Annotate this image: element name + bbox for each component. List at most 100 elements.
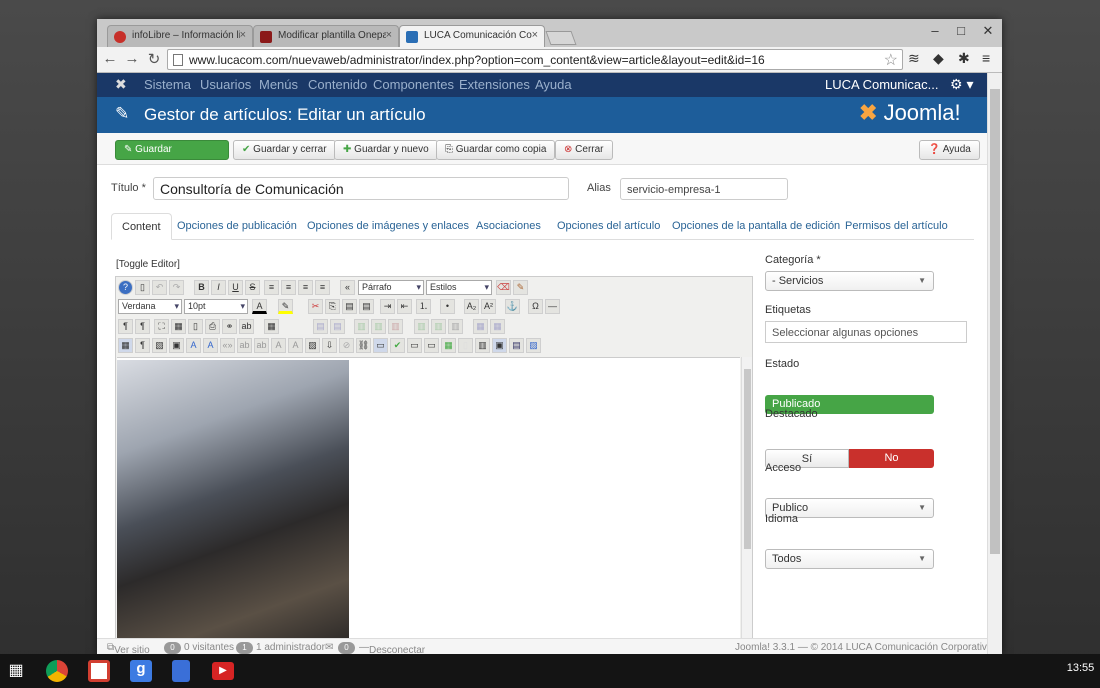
align-left-icon[interactable]: ≡ xyxy=(264,280,279,295)
print-icon[interactable]: ⎙ xyxy=(205,319,220,334)
horizontal-rule-icon[interactable]: — xyxy=(545,299,560,314)
puzzle-extension-icon[interactable]: ✱ xyxy=(958,50,970,67)
logout-link[interactable]: — Desconectar xyxy=(359,642,425,655)
save-new-button[interactable]: ✚ Guardar y nuevo xyxy=(334,140,438,160)
citation-icon[interactable]: A xyxy=(203,338,218,353)
bold-icon[interactable]: B xyxy=(194,280,209,295)
help-button[interactable]: ❓ Ayuda xyxy=(919,140,980,160)
visual-aid-icon[interactable]: ▦ xyxy=(118,338,133,353)
google-plus-icon[interactable]: g xyxy=(130,660,152,682)
preview-icon[interactable]: ▭ xyxy=(424,338,439,353)
tab-imagenes[interactable]: Opciones de imágenes y enlaces xyxy=(297,213,479,240)
browser-tab-infolibre[interactable]: infoLibre – Información lil × xyxy=(107,25,253,47)
copy-icon[interactable]: ⎘ xyxy=(325,299,340,314)
layer-icon[interactable]: ▧ xyxy=(152,338,167,353)
cut-icon[interactable]: ✂ xyxy=(308,299,323,314)
insert-date-icon[interactable]: ▦ xyxy=(441,338,456,353)
redo-icon[interactable]: ↷ xyxy=(169,280,184,295)
forward-arrow-icon[interactable]: → xyxy=(123,50,141,67)
superscript-icon[interactable]: A² xyxy=(481,299,496,314)
editor-canvas[interactable] xyxy=(117,357,740,655)
extension-icon[interactable]: ◆ xyxy=(933,50,944,67)
view-site-link[interactable]: ⧉ Ver sitio xyxy=(107,642,150,655)
hamburger-menu-icon[interactable]: ≡ xyxy=(982,50,990,66)
image-insert-icon[interactable]: ▣ xyxy=(169,338,184,353)
browser-tab-plantilla[interactable]: Modificar plantilla Onepa × xyxy=(253,25,399,47)
align-center-icon[interactable]: ≡ xyxy=(281,280,296,295)
ins-icon[interactable]: A xyxy=(271,338,286,353)
apps-launcher-icon[interactable]: ▦ xyxy=(5,660,27,682)
tags-input[interactable]: Seleccionar algunas opciones xyxy=(765,321,967,343)
code-icon[interactable]: ▯ xyxy=(188,319,203,334)
table-col-delete-icon[interactable]: ▥ xyxy=(371,319,386,334)
nav-sistema[interactable]: Sistema xyxy=(144,77,191,92)
template-icon[interactable]: ▦ xyxy=(171,319,186,334)
tab-publicacion[interactable]: Opciones de publicación xyxy=(167,213,307,240)
ordered-list-icon[interactable]: ⒈ xyxy=(416,299,431,314)
styles-select[interactable]: Estilos xyxy=(426,280,492,295)
strikethrough-icon[interactable]: S xyxy=(245,280,260,295)
insert-time-icon[interactable]: ▯ xyxy=(458,338,473,353)
outdent-icon[interactable]: ⇤ xyxy=(397,299,412,314)
site-link[interactable]: LUCA Comunicac... xyxy=(825,77,938,92)
layers-extension-icon[interactable]: ≋ xyxy=(908,50,920,67)
editor-scrollbar[interactable] xyxy=(741,357,752,654)
style-props-icon[interactable]: A xyxy=(186,338,201,353)
image-icon[interactable]: ▣ xyxy=(492,338,507,353)
tab-asociaciones[interactable]: Asociaciones xyxy=(466,213,551,240)
save-copy-button[interactable]: ⎘ Guardar como copia xyxy=(436,140,556,160)
close-tab-icon[interactable]: × xyxy=(532,29,538,41)
close-button[interactable]: ⊗ Cerrar xyxy=(555,140,613,160)
eraser-icon[interactable]: ⌫ xyxy=(496,280,511,295)
new-document-icon[interactable]: ▯ xyxy=(135,280,150,295)
pagebreak-icon[interactable]: ▭ xyxy=(407,338,422,353)
row-props-icon[interactable]: ▦ xyxy=(473,319,488,334)
new-tab-button[interactable] xyxy=(545,31,577,45)
align-right-icon[interactable]: ≡ xyxy=(298,280,313,295)
nav-extensiones[interactable]: Extensiones xyxy=(459,77,530,92)
paste-text-icon[interactable]: ▤ xyxy=(359,299,374,314)
address-bar[interactable]: www.lucacom.com/nuevaweb/administrator/i… xyxy=(167,49,903,70)
nav-componentes[interactable]: Componentes xyxy=(373,77,454,92)
title-input[interactable]: Consultoría de Comunicación xyxy=(153,177,569,200)
language-select[interactable]: Todos ▼ xyxy=(765,549,934,569)
table-delete-icon[interactable]: ▥ xyxy=(388,319,403,334)
unlink-icon[interactable]: ⊘ xyxy=(339,338,354,353)
youtube-icon[interactable]: ▶ xyxy=(212,662,234,680)
anchor-icon[interactable]: ⚓ xyxy=(505,299,520,314)
col-props-icon[interactable]: ▦ xyxy=(490,319,505,334)
cleanup-icon[interactable]: ✎ xyxy=(513,280,528,295)
gear-icon[interactable]: ⚙ ▾ xyxy=(950,76,973,93)
absolute-icon[interactable]: ▨ xyxy=(305,338,320,353)
media-icon[interactable]: ▭ xyxy=(373,338,388,353)
featured-no-button[interactable]: No xyxy=(849,449,934,468)
show-blocks-icon[interactable]: ¶ xyxy=(135,338,150,353)
category-select[interactable]: - Servicios ▼ xyxy=(765,271,934,291)
star-icon[interactable]: ☆ xyxy=(884,50,898,70)
replace-icon[interactable]: ab xyxy=(239,319,254,334)
chrome-icon[interactable] xyxy=(46,660,68,682)
cell-merge-icon[interactable]: ▥ xyxy=(431,319,446,334)
maximize-icon[interactable]: □ xyxy=(951,23,971,38)
close-tab-icon[interactable]: × xyxy=(386,29,392,41)
highlight-icon[interactable]: ✎ xyxy=(278,299,293,314)
spellcheck-icon[interactable]: ✔ xyxy=(390,338,405,353)
gmail-icon[interactable] xyxy=(88,660,110,682)
article-image-business-men[interactable] xyxy=(117,360,349,655)
undo-icon[interactable]: ↶ xyxy=(152,280,167,295)
cell-props-icon[interactable]: ▥ xyxy=(448,319,463,334)
nonbreaking-icon[interactable]: ⇩ xyxy=(322,338,337,353)
tab-opciones-articulo[interactable]: Opciones del artículo xyxy=(547,213,670,240)
table-insert-icon[interactable]: ▦ xyxy=(264,319,279,334)
alias-input[interactable]: servicio-empresa-1 xyxy=(620,178,788,200)
indent-icon[interactable]: ⇥ xyxy=(380,299,395,314)
table-row-icon[interactable]: ▤ xyxy=(313,319,328,334)
paste-icon[interactable]: ▤ xyxy=(342,299,357,314)
page-scrollbar[interactable] xyxy=(987,73,1002,655)
special-char-icon[interactable]: Ω xyxy=(528,299,543,314)
nav-ayuda[interactable]: Ayuda xyxy=(535,77,572,92)
underline-icon[interactable]: U xyxy=(228,280,243,295)
cell-split-icon[interactable]: ▥ xyxy=(414,319,429,334)
docs-icon[interactable] xyxy=(172,660,190,682)
format-select[interactable]: Párrafo xyxy=(358,280,424,295)
